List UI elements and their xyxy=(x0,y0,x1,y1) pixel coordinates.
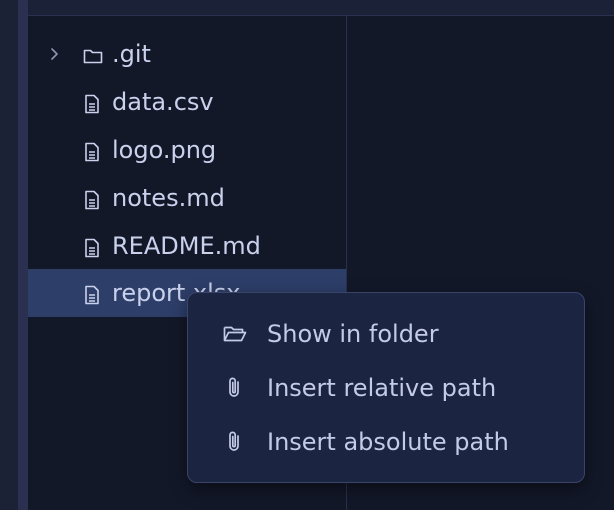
menu-item-insert-absolute-path[interactable]: Insert absolute path xyxy=(188,415,584,469)
menu-item-label: Show in folder xyxy=(267,320,439,348)
folder-open-icon xyxy=(222,321,248,347)
tree-item-data-csv[interactable]: data.csv xyxy=(28,78,346,126)
menu-item-label: Insert absolute path xyxy=(267,428,509,456)
menu-item-label: Insert relative path xyxy=(267,374,497,402)
folder-icon xyxy=(83,44,103,64)
context-menu: Show in folder Insert relative path Inse… xyxy=(187,292,585,483)
tree-item-git[interactable]: .git xyxy=(28,30,346,78)
file-icon xyxy=(83,92,101,114)
file-icon xyxy=(83,140,101,162)
menu-item-show-in-folder[interactable]: Show in folder xyxy=(188,307,584,361)
file-icon xyxy=(83,283,101,305)
paperclip-icon xyxy=(222,429,248,455)
chevron-right-icon[interactable] xyxy=(48,30,62,78)
tree-item-label: notes.md xyxy=(112,184,225,212)
file-icon xyxy=(83,236,101,258)
tree-item-readme-md[interactable]: README.md xyxy=(28,222,346,270)
tree-item-label: .git xyxy=(112,40,151,68)
file-icon xyxy=(83,188,101,210)
tree-item-label: logo.png xyxy=(112,136,217,164)
tree-item-logo-png[interactable]: logo.png xyxy=(28,126,346,174)
paperclip-icon xyxy=(222,375,248,401)
menu-item-insert-relative-path[interactable]: Insert relative path xyxy=(188,361,584,415)
tree-item-notes-md[interactable]: notes.md xyxy=(28,174,346,222)
tree-item-label: README.md xyxy=(112,232,261,260)
tree-item-label: data.csv xyxy=(112,88,214,116)
activity-bar-edge xyxy=(18,0,28,510)
app-window: .git data.csv logo.png notes.md README.m… xyxy=(0,0,614,510)
activity-bar xyxy=(0,0,18,510)
title-bar xyxy=(28,0,614,16)
